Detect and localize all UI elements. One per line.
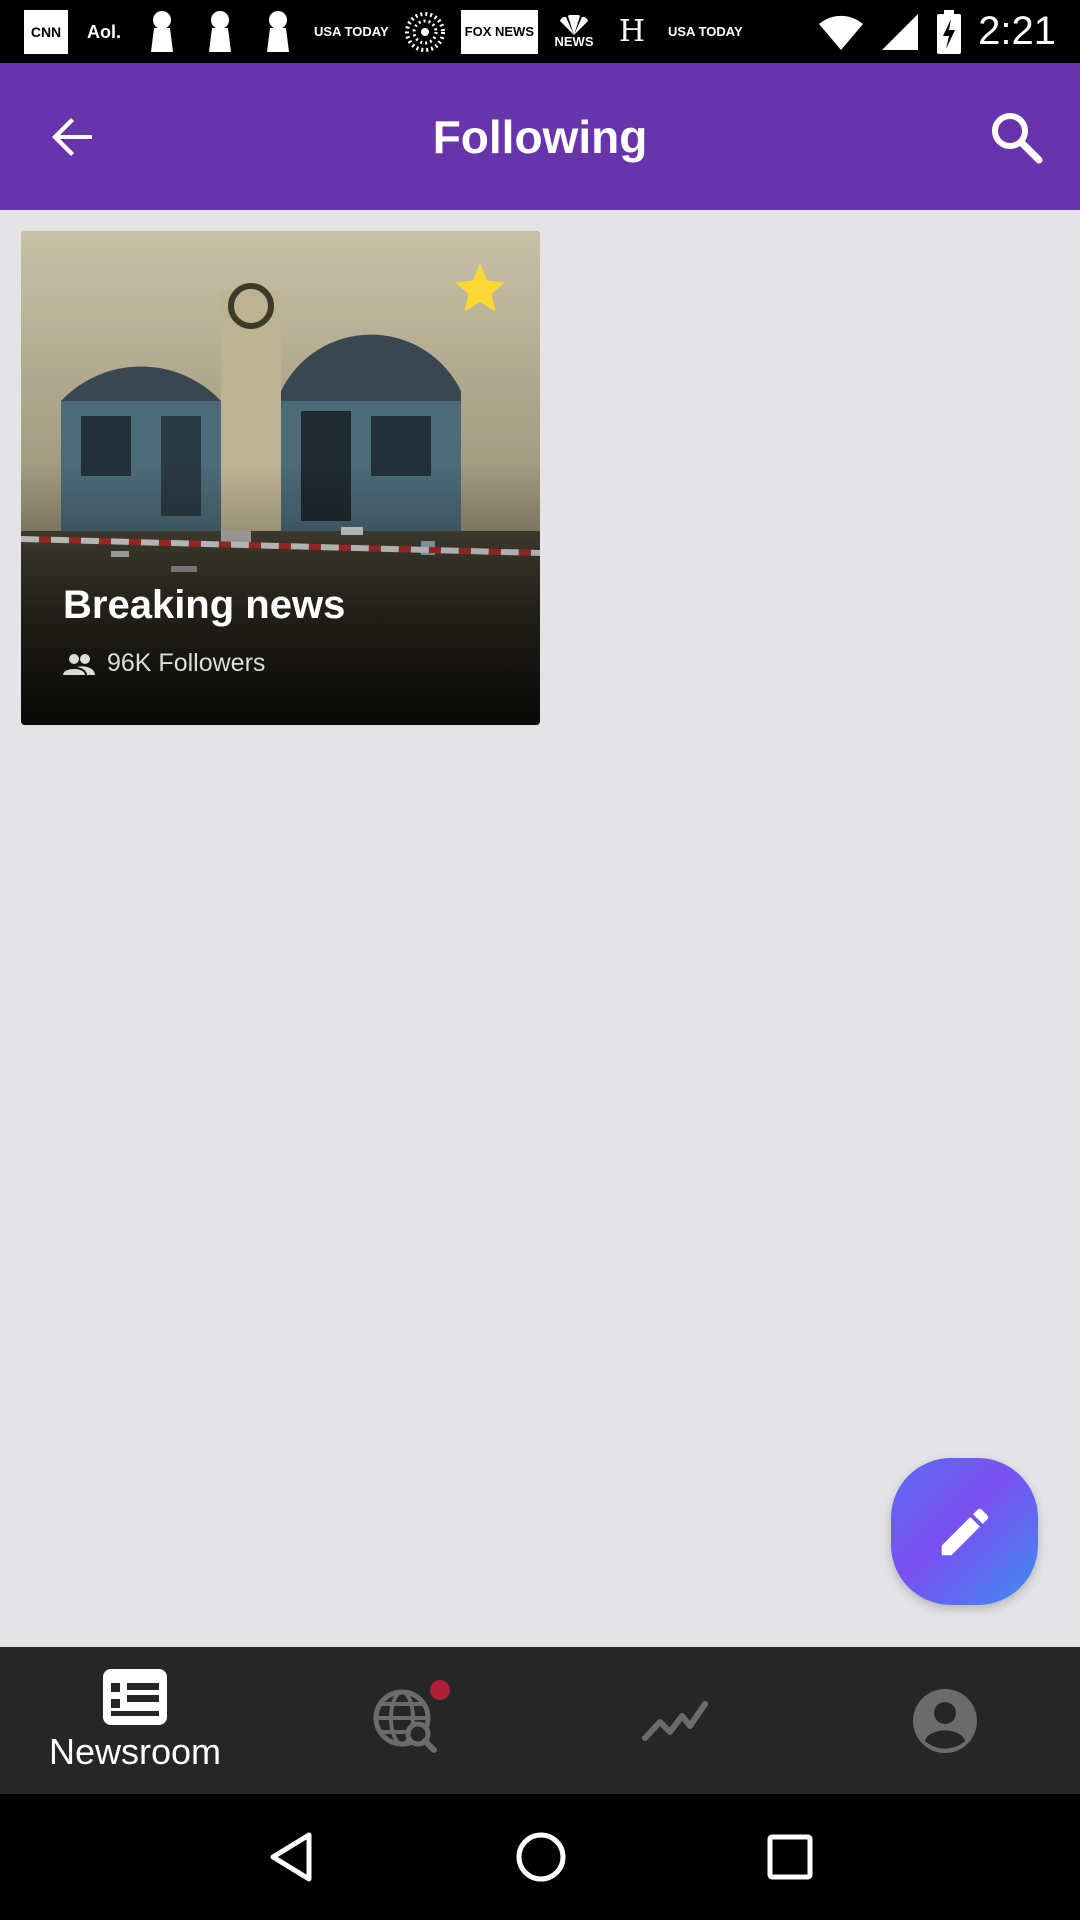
system-status: 2:21: [818, 9, 1056, 54]
card-title: Breaking news: [63, 583, 346, 627]
keyhole-notification-icon: [140, 10, 184, 54]
back-triangle-icon[interactable]: [267, 1831, 315, 1883]
nav-newsroom-label: Newsroom: [48, 1730, 222, 1772]
signal-icon: [882, 13, 919, 50]
keyhole-notification-icon: [256, 10, 300, 54]
trending-icon: [642, 1700, 708, 1741]
arrow-back-icon: [52, 117, 92, 156]
fox-news-notification-icon: FOX NEWS: [460, 9, 538, 54]
cnn-notification-icon: CNN: [24, 9, 68, 54]
pencil-icon: [941, 1508, 988, 1555]
dotted-circle-notification-icon: [403, 10, 447, 54]
profile-icon: [913, 1688, 977, 1753]
recents-square-icon[interactable]: [767, 1834, 813, 1880]
nav-profile[interactable]: [810, 1647, 1080, 1794]
newsroom-icon: [103, 1668, 167, 1725]
status-bar: CNN Aol. USA TODAY FOX NEWS NEWS H USA T…: [0, 0, 1080, 63]
globe-search-icon: [373, 1689, 437, 1753]
battery-charging-icon: [937, 9, 962, 54]
wifi-icon: [819, 15, 864, 50]
people-icon: [63, 653, 95, 675]
nav-trending[interactable]: [540, 1647, 810, 1794]
system-navigation: [0, 1794, 1080, 1920]
app-bar: Following: [0, 63, 1080, 210]
home-circle-icon[interactable]: [515, 1831, 567, 1883]
usa-today-notification-icon: USA TODAY: [668, 24, 743, 39]
clock: 2:21: [978, 9, 1056, 53]
notification-icons: CNN Aol. USA TODAY FOX NEWS NEWS H USA T…: [24, 9, 743, 54]
card-followers: 96K Followers: [63, 649, 265, 678]
bottom-navigation: Newsroom: [0, 1647, 1080, 1794]
nbc-news-notification-icon: NEWS: [552, 10, 596, 54]
keyhole-notification-icon: [198, 10, 242, 54]
topic-card[interactable]: Breaking news 96K Followers: [21, 231, 540, 725]
followers-count: 96K Followers: [107, 649, 266, 677]
compose-fab[interactable]: [891, 1458, 1038, 1605]
page-title: Following: [432, 110, 648, 163]
nav-explore[interactable]: [270, 1647, 540, 1794]
search-icon: [992, 112, 1043, 163]
nav-newsroom[interactable]: Newsroom: [0, 1647, 270, 1794]
back-button[interactable]: [44, 109, 100, 165]
star-icon[interactable]: [450, 259, 510, 319]
search-button[interactable]: [986, 107, 1046, 167]
history-notification-icon: H: [618, 13, 646, 49]
aol-notification-icon: Aol.: [87, 21, 121, 42]
notification-badge: [430, 1680, 450, 1700]
usa-today-notification-icon: USA TODAY: [314, 24, 389, 39]
